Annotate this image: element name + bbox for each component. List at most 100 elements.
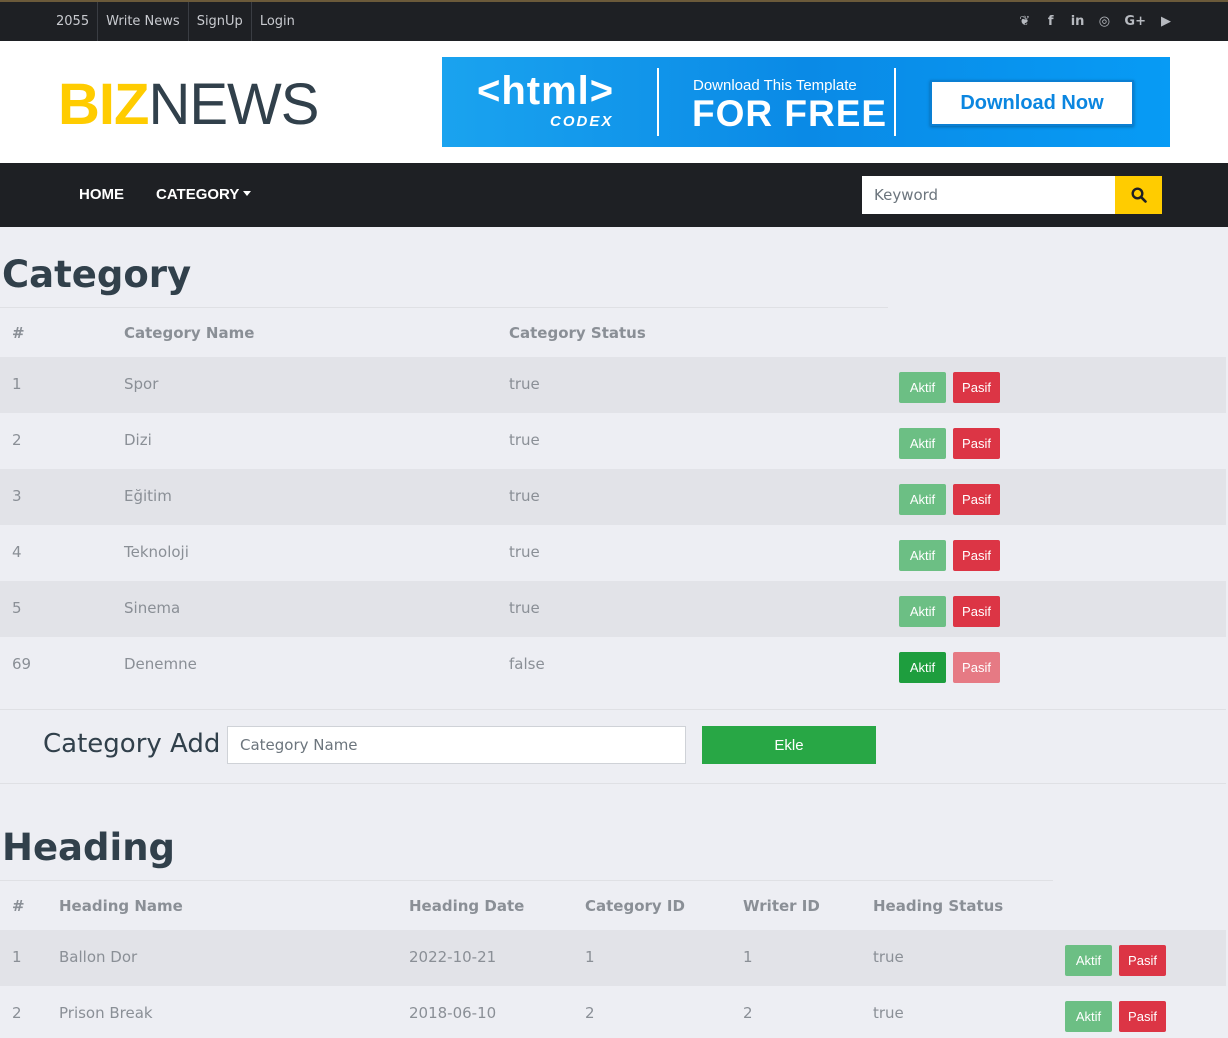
ad-codex-text: CODEX (550, 113, 614, 130)
search-button[interactable] (1115, 176, 1162, 214)
cell-id: 2 (12, 431, 22, 449)
nav-home-label: HOME (79, 186, 124, 203)
table-row: 3 Eğitim true Aktif Pasif (0, 469, 1226, 525)
brand-header: BIZNEWS <html> CODEX Download This Templ… (0, 41, 1228, 163)
cell-name: Sinema (124, 599, 181, 617)
category-th-name: Category Name (124, 324, 255, 342)
pasif-button[interactable]: Pasif (953, 540, 1000, 571)
category-th-status: Category Status (509, 324, 646, 342)
heading-title: Heading (2, 826, 176, 869)
aktif-button[interactable]: Aktif (899, 484, 946, 515)
nav-category-dropdown[interactable]: CATEGORY (156, 163, 252, 227)
cell-id: 3 (12, 487, 22, 505)
pasif-button[interactable]: Pasif (953, 428, 1000, 459)
table-row: 5 Sinema true Aktif Pasif (0, 581, 1226, 637)
cell-name: Dizi (124, 431, 152, 449)
cell-status: true (509, 487, 540, 505)
category-th-id: # (12, 324, 25, 342)
caret-down-icon (243, 191, 252, 196)
category-name-input[interactable] (227, 726, 686, 764)
cell-status: true (509, 375, 540, 393)
ad-divider (894, 68, 896, 136)
cell-status: true (873, 948, 904, 966)
cell-name: Denemne (124, 655, 197, 673)
cell-status: true (509, 431, 540, 449)
table-row: 2 Prison Break 2018-06-10 2 2 true Aktif… (0, 986, 1226, 1038)
heading-th-id: # (12, 897, 25, 915)
divider (0, 709, 1226, 710)
cell-name: Ballon Dor (59, 948, 138, 966)
cell-name: Teknoloji (124, 543, 189, 561)
divider (0, 880, 1053, 881)
aktif-button[interactable]: Aktif (899, 652, 946, 683)
ad-divider (657, 68, 659, 136)
cell-id: 5 (12, 599, 22, 617)
table-row: 4 Teknoloji true Aktif Pasif (0, 525, 1226, 581)
ekle-button[interactable]: Ekle (702, 726, 876, 764)
table-row: 69 Denemne false Aktif Pasif (0, 637, 1226, 693)
nav-home[interactable]: HOME (79, 163, 124, 227)
aktif-button[interactable]: Aktif (899, 428, 946, 459)
ad-html-logo: <html> (477, 69, 615, 113)
cell-name: Spor (124, 375, 159, 393)
social-links: ❦ f in ◎ G+ ▶ (1019, 2, 1172, 41)
logo-biz: BIZ (58, 72, 149, 137)
top-link-signup[interactable]: SignUp (189, 2, 252, 41)
nav-category-label: CATEGORY (156, 186, 240, 203)
top-links: 2055 Write News SignUp Login (48, 2, 303, 41)
cell-id: 1 (12, 375, 22, 393)
pasif-button[interactable]: Pasif (953, 652, 1000, 683)
cell-name: Prison Break (59, 1004, 153, 1022)
cell-status: true (873, 1004, 904, 1022)
pasif-button[interactable]: Pasif (953, 484, 1000, 515)
cell-status: true (509, 543, 540, 561)
table-row: 1 Ballon Dor 2022-10-21 1 1 true Aktif P… (0, 930, 1226, 986)
heading-th-date: Heading Date (409, 897, 525, 915)
aktif-button[interactable]: Aktif (899, 540, 946, 571)
facebook-icon[interactable]: f (1045, 14, 1057, 29)
aktif-button[interactable]: Aktif (1065, 1001, 1112, 1032)
heading-th-writer-id: Writer ID (743, 897, 820, 915)
logo-news: NEWS (148, 72, 319, 137)
cell-date: 2022-10-21 (409, 948, 497, 966)
cell-writer-id: 2 (743, 1004, 753, 1022)
cell-status: false (509, 655, 545, 673)
cell-id: 4 (12, 543, 22, 561)
search-input[interactable] (862, 176, 1115, 214)
ad-banner[interactable]: <html> CODEX Download This Template FOR … (442, 57, 1170, 147)
ad-big-text: FOR FREE (692, 93, 888, 134)
aktif-button[interactable]: Aktif (1065, 945, 1112, 976)
divider (0, 307, 888, 308)
cell-category-id: 2 (585, 1004, 595, 1022)
download-now-button[interactable]: Download Now (930, 80, 1134, 126)
pasif-button[interactable]: Pasif (1119, 945, 1166, 976)
aktif-button[interactable]: Aktif (899, 372, 946, 403)
google-plus-icon[interactable]: G+ (1124, 14, 1146, 29)
youtube-icon[interactable]: ▶ (1160, 14, 1172, 29)
category-add-label: Category Add (43, 729, 221, 759)
aktif-button[interactable]: Aktif (899, 596, 946, 627)
top-bar: 2055 Write News SignUp Login ❦ f in ◎ G+… (0, 0, 1228, 41)
top-link-login[interactable]: Login (252, 2, 303, 41)
cell-id: 69 (12, 655, 32, 673)
cell-date: 2018-06-10 (409, 1004, 497, 1022)
pasif-button[interactable]: Pasif (953, 596, 1000, 627)
instagram-icon[interactable]: ◎ (1098, 14, 1110, 29)
top-link-date[interactable]: 2055 (48, 2, 99, 41)
pasif-button[interactable]: Pasif (1119, 1001, 1166, 1032)
cell-name: Eğitim (124, 487, 172, 505)
top-link-write-news[interactable]: Write News (98, 2, 189, 41)
cell-category-id: 1 (585, 948, 595, 966)
cell-status: true (509, 599, 540, 617)
heading-th-name: Heading Name (59, 897, 183, 915)
search-icon (1130, 187, 1147, 203)
cell-id: 1 (12, 948, 22, 966)
pasif-button[interactable]: Pasif (953, 372, 1000, 403)
site-logo[interactable]: BIZNEWS (58, 72, 319, 137)
linkedin-icon[interactable]: in (1071, 14, 1085, 29)
category-title: Category (2, 253, 192, 296)
ad-small-text: Download This Template (693, 77, 857, 94)
twitter-icon[interactable]: ❦ (1019, 14, 1031, 29)
table-row: 1 Spor true Aktif Pasif (0, 357, 1226, 413)
table-row: 2 Dizi true Aktif Pasif (0, 413, 1226, 469)
